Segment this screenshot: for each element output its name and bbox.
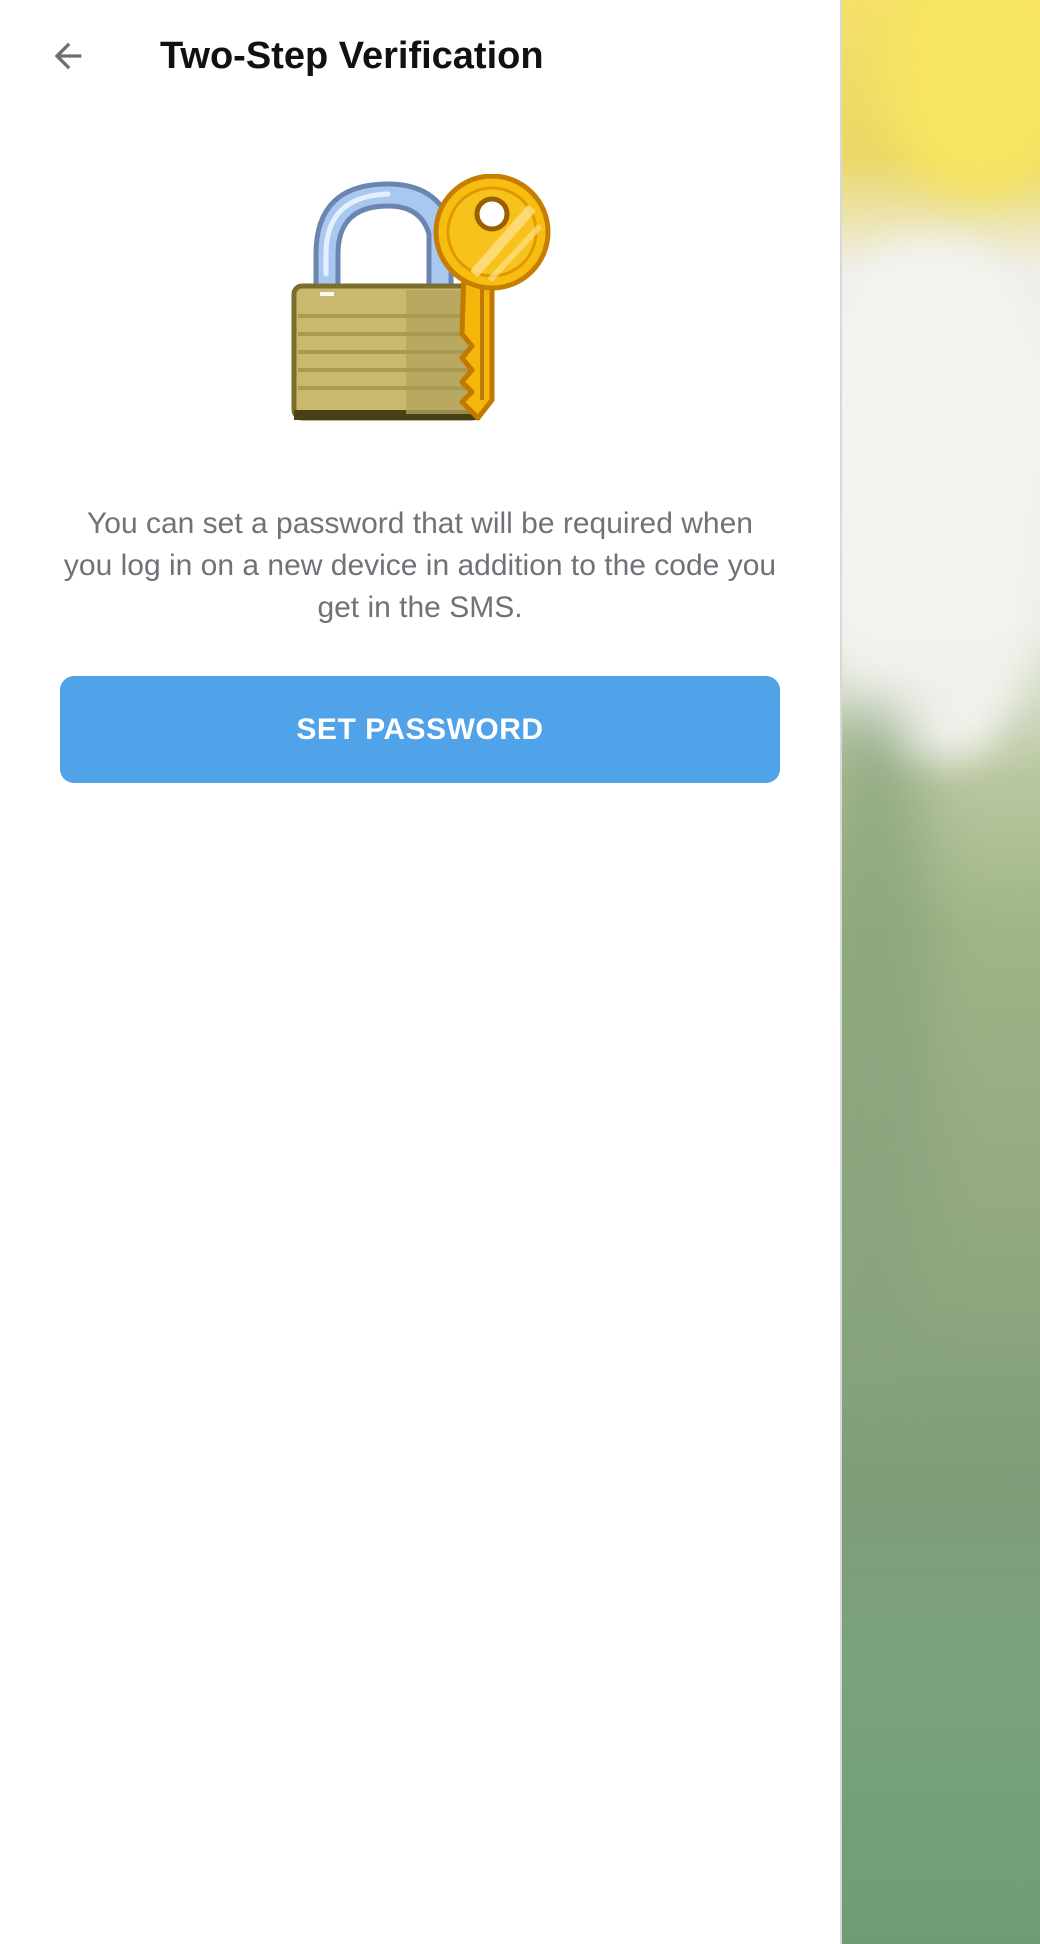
set-password-button[interactable]: SET PASSWORD [60,676,780,783]
background-blur-yellow [882,0,1040,200]
locked-padlock-with-key-icon [286,173,556,434]
background-blur-green [842,700,932,1400]
settings-panel: Two-Step Verification You can set a pass… [0,0,840,1944]
background-blur-white [842,240,1040,760]
page-title: Two-Step Verification [160,35,544,77]
toolbar: Two-Step Verification [0,0,840,112]
arrow-left-icon [54,42,82,70]
back-button[interactable] [32,20,104,92]
description-text: You can set a password that will be requ… [63,507,777,624]
background-image [842,0,1040,1944]
